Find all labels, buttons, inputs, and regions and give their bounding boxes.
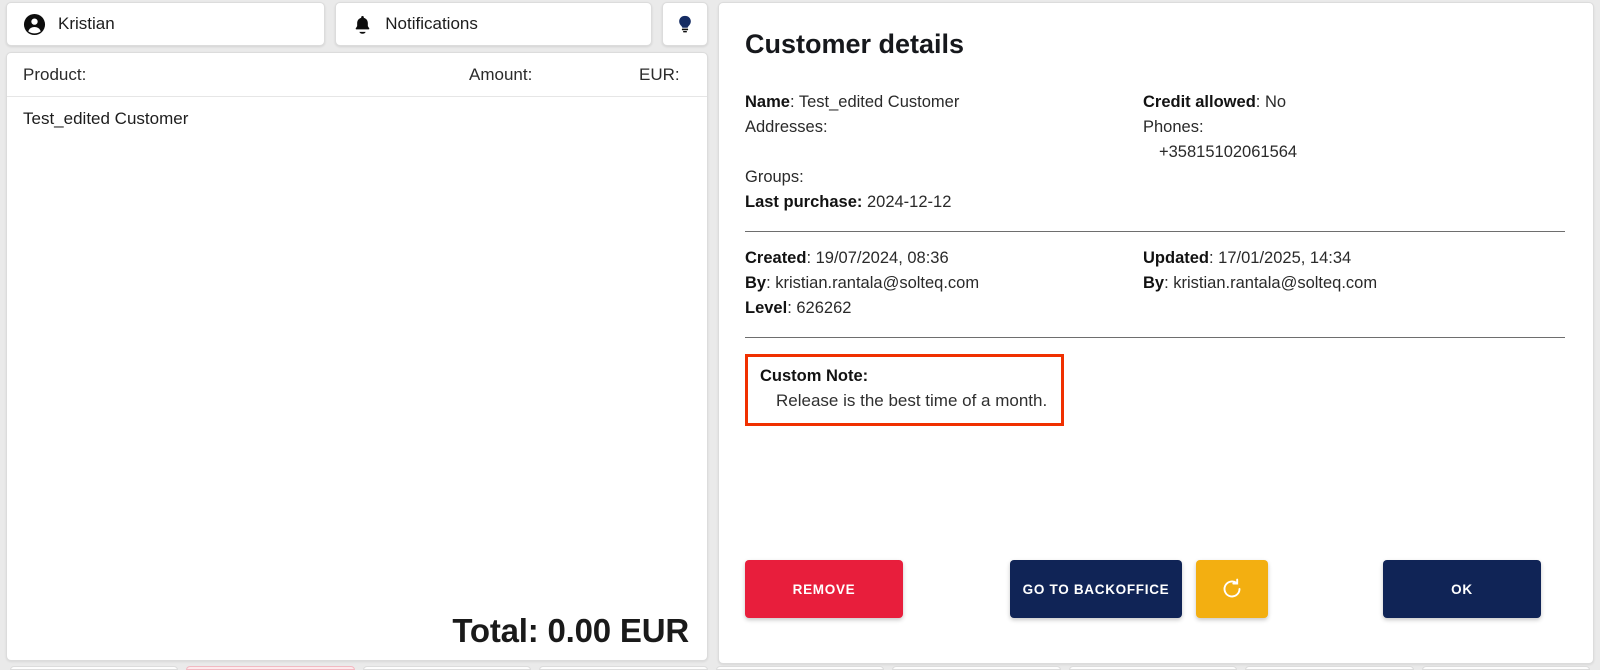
cart-total: Total: 0.00 EUR [452, 612, 689, 649]
go-to-backoffice-button[interactable]: GO TO BACKOFFICE [1010, 560, 1182, 618]
custom-note-highlight: Custom Note: Release is the best time of… [745, 354, 1065, 426]
cart-header-row: Product: Amount: EUR: [7, 53, 707, 97]
field-created-by-value: kristian.rantala@solteq.com [775, 274, 980, 292]
hint-button[interactable] [661, 2, 708, 46]
bell-icon [352, 13, 373, 36]
bottom-function-key-strip [0, 666, 1600, 670]
field-updated: Updated: 17/01/2025, 14:34 [1143, 249, 1352, 267]
field-name-label: Name [745, 93, 790, 111]
audit-grid: Created: 19/07/2024, 08:36 By: kristian.… [745, 246, 1565, 321]
function-key-5[interactable] [715, 666, 885, 670]
details-left-column: Name: Test_edited Customer Addresses: Gr… [745, 90, 1143, 215]
row-product: Test_edited Customer [23, 109, 189, 128]
field-name-value: Test_edited Customer [798, 93, 960, 111]
field-last-purchase: Last purchase: 2024-12-12 [745, 190, 1143, 215]
table-row[interactable]: Test_edited Customer [7, 97, 707, 141]
field-updated-by: By: kristian.rantala@solteq.com [1143, 274, 1378, 292]
user-button[interactable]: Kristian [6, 2, 326, 46]
cart-rows: Test_edited Customer [7, 97, 707, 612]
field-phones-label: Phones: [1143, 118, 1204, 136]
field-created: Created: 19/07/2024, 08:36 [745, 249, 949, 267]
action-button-row: REMOVE GO TO BACKOFFICE OK [745, 560, 1565, 620]
function-key-2[interactable] [186, 666, 355, 670]
field-name: Name: Test_edited Customer [745, 93, 960, 111]
ok-button[interactable]: OK [1383, 560, 1541, 618]
audit-updated-column: Updated: 17/01/2025, 14:34 By: kristian.… [1143, 246, 1565, 321]
field-credit-allowed-label: Credit allowed [1143, 93, 1256, 111]
field-groups-label: Groups: [745, 168, 804, 186]
function-key-3[interactable] [362, 666, 532, 670]
remove-button[interactable]: REMOVE [745, 560, 903, 618]
refresh-icon [1220, 577, 1244, 601]
refresh-button[interactable] [1196, 560, 1268, 618]
field-credit-allowed: Credit allowed: No [1143, 93, 1287, 111]
field-level-value: 626262 [796, 299, 852, 317]
top-toolbar: Kristian Notifications [6, 2, 708, 46]
field-updated-value: 17/01/2025, 14:34 [1218, 249, 1352, 267]
divider-audit-top [745, 231, 1565, 232]
details-right-column: Credit allowed: No Phones: +358151020615… [1143, 90, 1565, 215]
custom-note-label: Custom Note: [760, 367, 869, 385]
cart-card: Product: Amount: EUR: Test_edited Custom… [6, 52, 708, 661]
addresses-empty-slot [745, 140, 1143, 165]
notifications-button-label: Notifications [385, 14, 478, 33]
function-key-8[interactable] [1245, 666, 1414, 670]
field-last-purchase-label: Last purchase: [745, 193, 863, 211]
page-title: Customer details [745, 29, 965, 59]
lightbulb-icon [675, 12, 695, 36]
function-key-4[interactable] [539, 666, 708, 670]
field-last-purchase-value: 2024-12-12 [866, 193, 952, 211]
field-addresses-label: Addresses: [745, 118, 828, 136]
account-circle-icon [23, 13, 46, 36]
field-phone-number: +35815102061564 [1159, 143, 1298, 161]
field-updated-by-label: By [1143, 274, 1165, 292]
column-header-eur: EUR: [639, 64, 680, 84]
notifications-button[interactable]: Notifications [335, 2, 652, 46]
field-level-label: Level [745, 299, 788, 317]
column-header-amount: Amount: [469, 64, 533, 84]
custom-note-value: Release is the best time of a month. [776, 391, 1048, 410]
field-created-by: By: kristian.rantala@solteq.com [745, 274, 980, 292]
divider-note-top [745, 337, 1565, 338]
pos-customer-details-screen: Kristian Notifications Product: Amount: … [0, 0, 1600, 670]
audit-created-column: Created: 19/07/2024, 08:36 By: kristian.… [745, 246, 1143, 321]
function-key-6[interactable] [892, 666, 1061, 670]
function-key-1[interactable] [10, 666, 179, 670]
field-created-value: 19/07/2024, 08:36 [815, 249, 949, 267]
user-button-label: Kristian [58, 14, 115, 33]
column-header-product: Product: [23, 64, 87, 84]
details-upper-grid: Name: Test_edited Customer Addresses: Gr… [745, 90, 1565, 215]
field-created-by-label: By [745, 274, 767, 292]
left-column: Kristian Notifications Product: Amount: … [6, 2, 708, 664]
function-key-9[interactable] [1421, 666, 1590, 670]
field-created-label: Created [745, 249, 807, 267]
field-updated-label: Updated [1143, 249, 1209, 267]
customer-details-panel: Customer details Name: Test_edited Custo… [718, 2, 1594, 664]
function-key-7[interactable] [1068, 666, 1238, 670]
field-level: Level: 626262 [745, 299, 852, 317]
field-updated-by-value: kristian.rantala@solteq.com [1173, 274, 1378, 292]
field-credit-allowed-value: No [1264, 93, 1287, 111]
